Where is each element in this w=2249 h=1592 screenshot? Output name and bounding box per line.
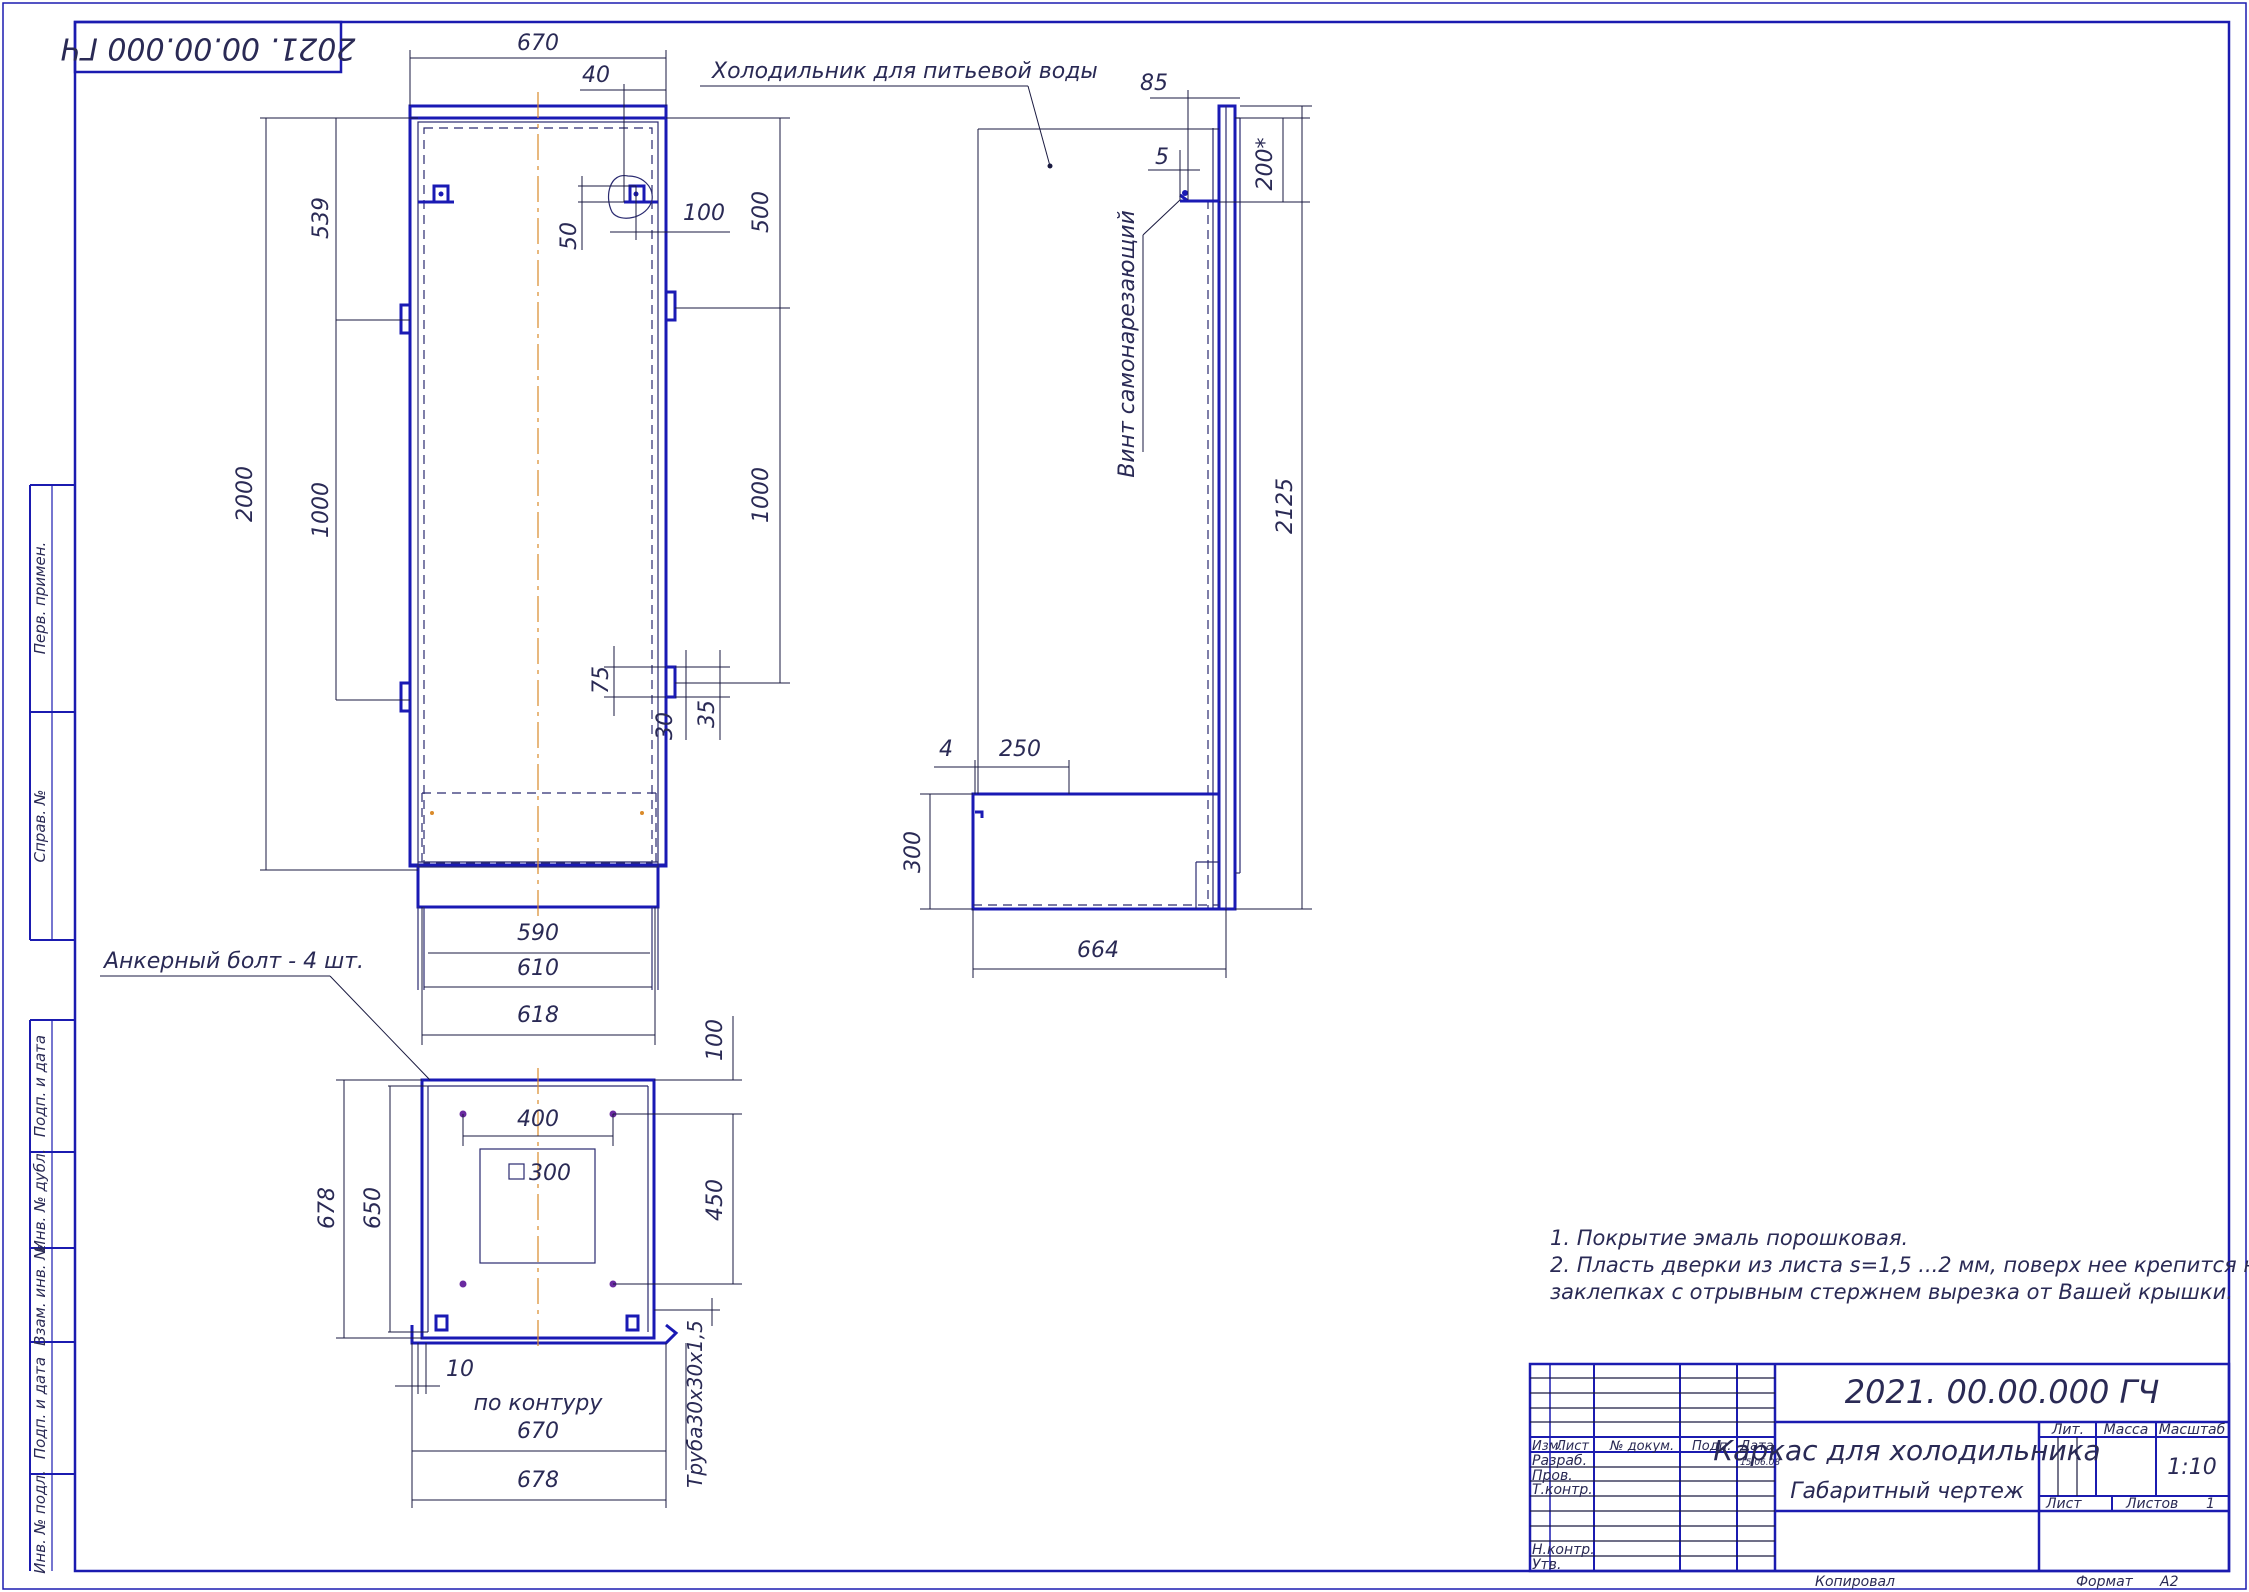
side-view: 85 5 200* 2125 4 250 300 664 Холодильник… — [700, 59, 1312, 978]
stamp-sign-date-2: Подп. и дата — [31, 1357, 49, 1459]
note-2: 2. Пласть дверки из листа s=1,5 ...2 мм,… — [1550, 1253, 2249, 1277]
dim-678-v: 678 — [315, 1187, 340, 1229]
drawing-sheet: 2021. 00.00.000 ГЧ Перв. примен. Справ. … — [2, 2, 2249, 1590]
tb-designation: 2021. 00.00.000 ГЧ — [1845, 1373, 2160, 1411]
dim-50: 50 — [557, 222, 582, 250]
dim-100-plan: 100 — [703, 1019, 728, 1061]
tb-sheets-value: 1 — [2206, 1496, 2215, 1512]
dim-1000-left: 1000 — [309, 482, 334, 538]
tb-name: Каркас для холодильника — [1713, 1434, 2100, 1467]
tb-doc-type: Габаритный чертеж — [1790, 1479, 2024, 1504]
dim-664: 664 — [1077, 938, 1119, 963]
dim-670-top: 670 — [517, 31, 559, 56]
dim-610: 610 — [517, 956, 559, 981]
callout-anchor: Анкерный болт - 4 шт. — [102, 949, 364, 974]
tb-scale-label: Масштаб — [2159, 1422, 2226, 1438]
role-norm-control: Н.контр. — [1532, 1542, 1595, 1558]
dim-85: 85 — [1140, 71, 1168, 96]
stamp-sign-date-1: Подп. и дата — [31, 1035, 49, 1137]
dim-5: 5 — [1155, 145, 1169, 170]
dim-618: 618 — [517, 1003, 559, 1028]
tb-lit-label: Лит. — [2051, 1422, 2084, 1438]
front-view: 670 40 2000 539 1000 500 1000 50 100 75 … — [233, 31, 790, 1045]
dim-1000-right: 1000 — [749, 467, 774, 523]
col-doc: № докум. — [1609, 1439, 1674, 1454]
dim-539: 539 — [309, 197, 334, 239]
tb-copied: Копировал — [1815, 1574, 1895, 1590]
role-approved: Утв. — [1532, 1557, 1561, 1573]
dim-250: 250 — [999, 737, 1041, 762]
dim-10: 10 — [446, 1357, 474, 1382]
note-3: заклепках с отрывным стержнем вырезка от… — [1550, 1280, 2233, 1304]
role-developer: Разраб. — [1532, 1453, 1587, 1469]
dim-4: 4 — [939, 737, 953, 762]
callout-cooler: Холодильник для питьевой воды — [711, 59, 1098, 84]
tb-mass-label: Масса — [2104, 1422, 2149, 1438]
designation-box-rotated: 2021. 00.00.000 ГЧ — [61, 20, 356, 74]
dim-2125: 2125 — [1273, 478, 1298, 534]
stamp-replace-no: Взам. инв. № — [31, 1244, 49, 1346]
dim-650: 650 — [361, 1187, 386, 1229]
dim-500: 500 — [749, 191, 774, 233]
dim-2000: 2000 — [233, 466, 258, 522]
dim-square-300: 300 — [529, 1161, 571, 1186]
dim-100-front: 100 — [683, 201, 725, 226]
dim-670-plan: 670 — [517, 1419, 559, 1444]
designation-rotated: 2021. 00.00.000 ГЧ — [61, 31, 356, 66]
note-1: 1. Покрытие эмаль порошковая. — [1550, 1226, 1908, 1250]
dim-590: 590 — [517, 921, 559, 946]
callout-contour: по контуру — [474, 1391, 604, 1416]
stamp-dup-no: Инв. № дубл. — [31, 1149, 49, 1252]
col-list: Лист — [1555, 1439, 1589, 1454]
dim-300: 300 — [901, 831, 926, 873]
dim-200: 200* — [1253, 138, 1278, 191]
notes: 1. Покрытие эмаль порошковая. 2. Пласть … — [1550, 1226, 2249, 1304]
side-stamp: Перв. примен. Справ. № Подп. и дата Инв.… — [29, 484, 75, 1574]
dim-678-h: 678 — [517, 1468, 559, 1493]
stamp-first-use: Перв. примен. — [31, 542, 49, 655]
title-block: Изм. Лист № докум. Подп. Дата 15.06.08 Р… — [1528, 1362, 2231, 1590]
tb-scale-value: 1:10 — [2167, 1455, 2216, 1480]
dim-400: 400 — [517, 1107, 559, 1132]
plan-view: 400 300 100 450 678 650 10 по контуру 67… — [100, 949, 742, 1508]
dim-30: 30 — [653, 712, 678, 740]
callout-screw: Винт самонарезающий — [1115, 210, 1140, 478]
dim-450: 450 — [703, 1179, 728, 1221]
tb-sheet-label: Лист — [2045, 1496, 2082, 1512]
role-tech-control: Т.контр. — [1532, 1482, 1593, 1498]
stamp-orig-no: Инв. № подл. — [31, 1470, 49, 1573]
dim-35: 35 — [695, 700, 720, 728]
tb-format-value: A2 — [2159, 1574, 2179, 1590]
dim-40: 40 — [582, 63, 610, 88]
callout-tube: Труба30х30х1,5 — [683, 1320, 707, 1488]
tb-sheets-label: Листов — [2125, 1496, 2178, 1512]
dim-75: 75 — [589, 666, 614, 694]
tb-format-label: Формат — [2076, 1574, 2134, 1590]
stamp-ref-no: Справ. № — [31, 790, 49, 863]
